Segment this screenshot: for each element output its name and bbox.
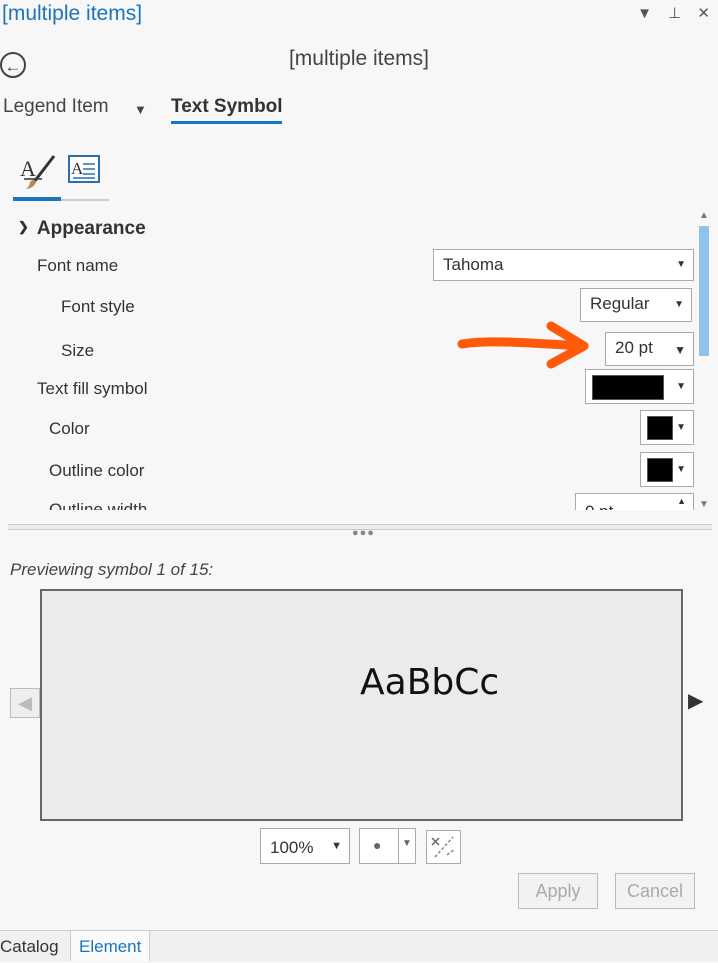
svg-text:A: A [71,159,84,178]
font-name-value: Tahoma [443,255,504,274]
text-fill-swatch [592,375,664,400]
zoom-dropdown[interactable]: 100% ▼ [260,828,350,864]
size-value: 20 pt [615,338,653,357]
spin-up-icon[interactable]: ▲ [677,496,686,506]
outline-width-value: 0 pt [585,502,613,510]
preview-label: Previewing symbol 1 of 15: [10,560,214,579]
close-icon[interactable]: ✕ [697,5,710,22]
color-picker[interactable]: ▼ [640,410,694,445]
point-marker-icon: ● [373,837,382,853]
color-swatch [647,416,673,440]
size-label: Size [61,341,95,360]
appearance-section-header[interactable]: ❯ Appearance [18,218,146,240]
previous-symbol-icon[interactable]: ◀ [10,688,40,718]
outline-color-picker[interactable]: ▼ [640,452,694,487]
background-marker-dropdown[interactable]: ● ▼ [359,828,416,864]
chevron-down-icon: ▼ [676,464,686,475]
tab-text-symbol[interactable]: Text Symbol [171,96,283,118]
preview-sample-text: AaBbCc [360,662,500,703]
pane-title-controls: ▼ ⊥ ✕ [625,4,710,22]
font-name-label: Font name [37,256,119,275]
tab-element[interactable]: Element [70,931,150,961]
chevron-down-icon: ▼ [674,343,686,357]
chevron-down-icon: ▼ [676,259,686,270]
chevron-down-icon: ▼ [676,381,686,392]
chevron-down-icon: ▼ [402,838,412,849]
header-title: [multiple items] [288,47,430,70]
font-style-label: Font style [61,297,135,316]
text-frame-icon[interactable]: A [65,152,105,192]
splitter-grip-icon[interactable]: ●●● [352,527,375,539]
svg-text:A: A [20,156,36,181]
dropdown-separator [398,829,399,863]
apply-button[interactable]: Apply [518,873,598,909]
pane-title: [multiple items] [2,2,143,25]
next-symbol-icon[interactable]: ▶ [688,688,703,713]
scroll-up-icon[interactable]: ▲ [697,210,711,221]
tab-legend-item[interactable]: Legend Item [3,96,109,118]
chevron-down-icon: ▼ [331,840,342,852]
pin-icon[interactable]: ⊥ [668,5,681,22]
toggle-guides-icon[interactable] [426,830,461,864]
font-name-dropdown[interactable]: Tahoma ▼ [433,249,694,281]
appearance-heading: Appearance [36,218,146,239]
chevron-down-icon: ▼ [676,422,686,433]
annotation-arrow-icon [457,321,589,369]
chevron-down-icon: ❯ [18,219,29,234]
text-fill-symbol-label: Text fill symbol [37,379,148,398]
tab-legend-dropdown-icon[interactable]: ▼ [134,102,147,117]
font-style-value: Regular [590,294,650,313]
properties-brush-icon[interactable]: A [18,152,58,192]
symbol-preview-area [40,589,683,821]
scroll-clip-region: Outline width 0 pt ▲ [0,492,697,510]
zoom-value: 100% [270,838,314,857]
tab-catalog[interactable]: Catalog [0,931,67,961]
color-label: Color [49,419,90,438]
outline-width-label: Outline width [49,500,148,510]
tool-active-indicator [13,197,61,201]
chevron-down-icon: ▼ [674,299,684,310]
outline-color-label: Outline color [49,461,145,480]
text-fill-symbol-dropdown[interactable]: ▼ [585,369,694,404]
size-dropdown[interactable]: 20 pt ▼ [605,332,694,366]
scroll-down-icon[interactable]: ▼ [697,499,711,510]
font-style-dropdown[interactable]: Regular ▼ [580,288,692,322]
properties-scrollbar[interactable]: ▲ ▼ [697,210,711,510]
outline-color-swatch [647,458,673,482]
cancel-button[interactable]: Cancel [615,873,695,909]
tab-active-indicator [171,121,282,124]
scroll-thumb[interactable] [699,226,709,356]
bottom-tab-bar: Catalog Element [0,930,718,961]
outline-width-stepper[interactable]: 0 pt ▲ [575,493,694,510]
dropdown-icon[interactable]: ▼ [637,5,652,22]
